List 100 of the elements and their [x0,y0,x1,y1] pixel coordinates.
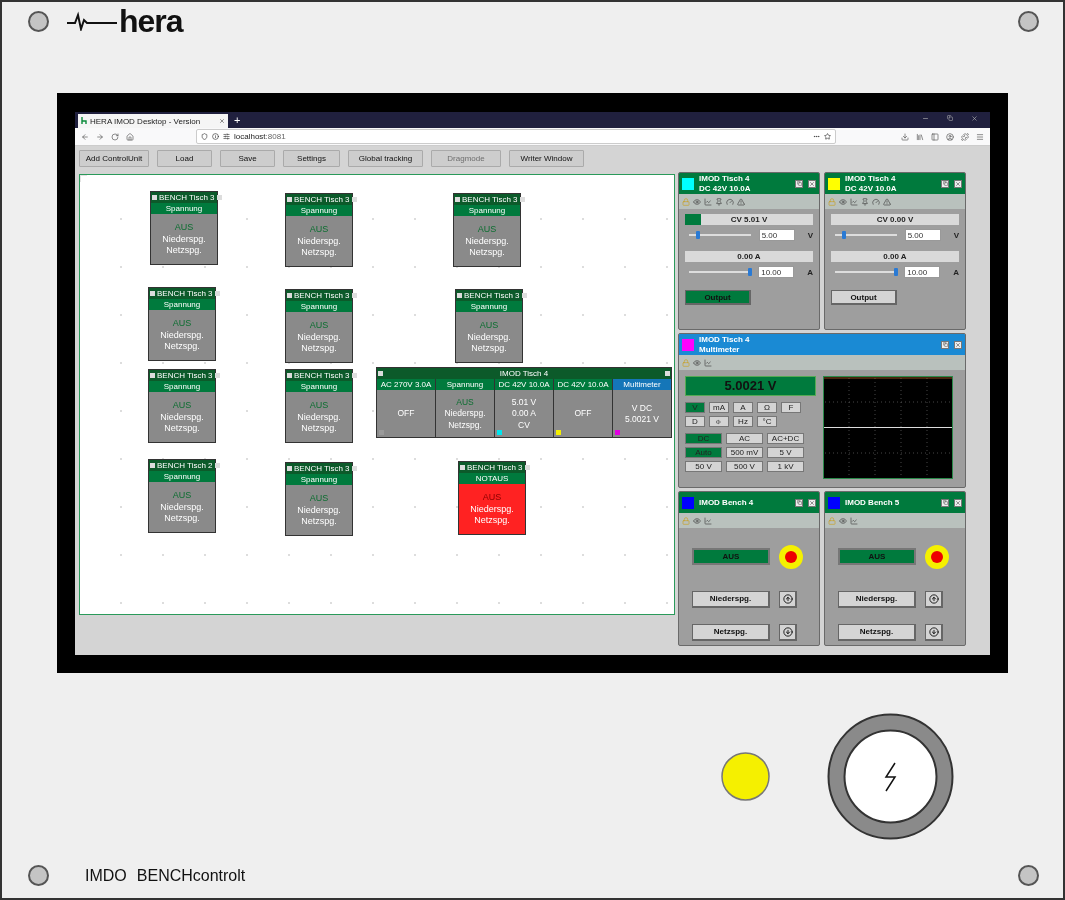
menu-icon[interactable] [976,132,984,141]
warning-icon[interactable] [737,197,745,206]
multimeter-mode-button[interactable]: AC [726,433,763,444]
restore-button[interactable] [941,340,949,349]
arrow-down-button[interactable] [925,623,943,641]
new-tab-button[interactable]: + [234,115,241,126]
restore-button[interactable] [795,498,803,507]
close-icon[interactable] [351,293,357,298]
voltage-input[interactable]: 5.00 [758,229,795,241]
toolbar-button[interactable]: Add ControlUnit [79,149,149,167]
multimeter-mode-button[interactable]: A [733,402,753,413]
toolbar-button[interactable]: Settings [283,149,340,167]
gauge-icon[interactable] [726,197,734,206]
close-icon[interactable] [519,197,525,202]
toolbar-button[interactable]: Save [220,149,275,167]
multimeter-mode-button[interactable]: °C [757,416,777,427]
line-chart-icon[interactable] [850,197,858,206]
close-tab-icon[interactable] [219,118,225,124]
close-icon[interactable] [351,197,357,202]
line-chart-icon[interactable] [704,197,712,206]
toolbar-button[interactable]: Writer Window [509,149,584,167]
toolbar-button[interactable]: Load [157,149,212,167]
channel-header[interactable]: DC 42V 10.0A [554,379,612,390]
multimeter-mode-button[interactable]: 50 V [685,461,722,472]
close-button[interactable] [954,340,962,349]
power-button[interactable] [827,712,954,840]
multimeter-mode-button[interactable]: mA [709,402,729,413]
gauge-icon[interactable] [872,197,880,206]
arrow-up-button[interactable] [925,590,943,608]
bookmark-star-icon[interactable] [824,133,831,140]
arrow-up-button[interactable] [779,590,797,608]
close-icon[interactable] [521,293,527,298]
close-icon[interactable] [216,195,222,200]
eye-icon[interactable] [839,197,847,206]
channel-header[interactable]: Multimeter [613,379,671,390]
home-icon[interactable] [126,132,134,141]
download-icon[interactable] [901,132,909,141]
voltage-input[interactable]: 5.00 [904,229,941,241]
module-node-card[interactable]: IMOD Tisch 4 AC 270V 3.0A OFF Spannung AUS Niederspg. Netzspg. DC 42V 10.0A 5.01 V 0.00 A CV DC 42V 10.0A OFF Multimeter V DC 5.0021 V [376,367,672,438]
current-input[interactable]: 10.00 [758,266,795,278]
channel-header[interactable]: AC 270V 3.0A [377,379,435,390]
voltage-button[interactable]: Netzspg. [838,623,916,641]
emergency-stop-icon[interactable] [779,544,803,569]
channel-header[interactable]: Spannung [436,379,494,390]
shield-icon[interactable] [201,133,208,140]
arrow-down-button[interactable] [779,623,797,641]
multimeter-mode-button[interactable]: Ω [757,402,777,413]
close-icon[interactable] [971,115,978,122]
restore-icon[interactable] [947,115,953,121]
current-slider-thumb[interactable] [894,268,899,276]
close-icon[interactable] [214,463,220,468]
current-slider-thumb[interactable] [748,268,753,276]
multimeter-mode-button[interactable] [709,416,729,427]
sidebar-icon[interactable] [931,132,939,141]
browser-tab[interactable]: HERA IMOD Desktop - Version [78,114,228,128]
pin-icon[interactable] [715,197,723,206]
eye-icon[interactable] [693,358,701,367]
back-icon[interactable] [81,132,89,141]
pin-icon[interactable] [861,197,869,206]
multimeter-mode-button[interactable]: 1 kV [767,461,804,472]
reload-icon[interactable] [111,132,119,141]
voltage-slider-thumb[interactable] [696,231,701,239]
close-icon[interactable] [214,373,220,378]
restore-button[interactable] [795,179,803,188]
voltage-button[interactable]: Netzspg. [692,623,770,641]
line-chart-icon[interactable] [850,516,858,525]
emergency-stop-icon[interactable] [925,544,949,569]
close-button[interactable] [954,179,962,188]
close-button[interactable] [808,179,816,188]
multimeter-mode-button[interactable]: D [685,416,705,427]
library-icon[interactable] [916,132,924,141]
address-field[interactable]: localhost:8081 [196,129,836,144]
output-button[interactable]: Output [831,290,897,305]
extension-icon[interactable] [961,132,969,141]
current-input[interactable]: 10.00 [904,266,941,278]
toolbar-button[interactable]: Global tracking [348,149,423,167]
multimeter-mode-button[interactable]: AC+DC [767,433,804,444]
multimeter-mode-button[interactable]: F [781,402,801,413]
minimize-icon[interactable] [922,115,929,122]
info-icon[interactable] [212,133,219,140]
close-icon[interactable] [524,465,530,470]
voltage-slider-thumb[interactable] [842,231,847,239]
warning-icon[interactable] [883,197,891,206]
close-button[interactable] [808,498,816,507]
line-chart-icon[interactable] [704,516,712,525]
close-button[interactable] [954,498,962,507]
restore-button[interactable] [941,179,949,188]
eye-icon[interactable] [693,516,701,525]
line-chart-icon[interactable] [704,358,712,367]
account-icon[interactable] [946,132,954,141]
multimeter-mode-button[interactable]: Hz [733,416,753,427]
permissions-icon[interactable] [223,133,230,140]
multimeter-mode-button[interactable]: 500 V [726,461,763,472]
voltage-button[interactable]: Niederspg. [838,590,916,608]
eye-icon[interactable] [693,197,701,206]
channel-header[interactable]: DC 42V 10.0A [495,379,553,390]
multimeter-mode-button[interactable]: 5 V [767,447,804,458]
close-icon[interactable] [351,466,357,471]
close-icon[interactable] [351,373,357,378]
eye-icon[interactable] [839,516,847,525]
